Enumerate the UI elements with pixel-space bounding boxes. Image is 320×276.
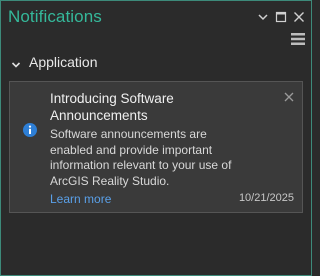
maximize-icon[interactable] bbox=[274, 9, 288, 25]
info-icon bbox=[22, 122, 38, 138]
notification-title: Introducing Software Announcements bbox=[50, 91, 174, 123]
section-header-application[interactable]: Application bbox=[11, 53, 98, 71]
section-label: Application bbox=[29, 54, 98, 70]
title-bar: Notifications bbox=[1, 1, 311, 33]
hamburger-menu-icon[interactable] bbox=[290, 32, 306, 46]
dismiss-notification-icon[interactable] bbox=[283, 90, 295, 102]
panel-title: Notifications bbox=[8, 7, 102, 26]
notification-body: Software announcements are enabled and p… bbox=[50, 127, 232, 188]
notification-card: Introducing Software Announcements Softw… bbox=[9, 81, 303, 213]
chevron-down-icon[interactable] bbox=[256, 9, 270, 25]
notification-date: 10/21/2025 bbox=[238, 192, 294, 204]
close-icon[interactable] bbox=[292, 9, 306, 25]
notifications-panel: Notifications Application Introducing So… bbox=[0, 0, 312, 276]
chevron-down-icon bbox=[11, 57, 21, 68]
learn-more-link[interactable]: Learn more bbox=[50, 192, 111, 206]
